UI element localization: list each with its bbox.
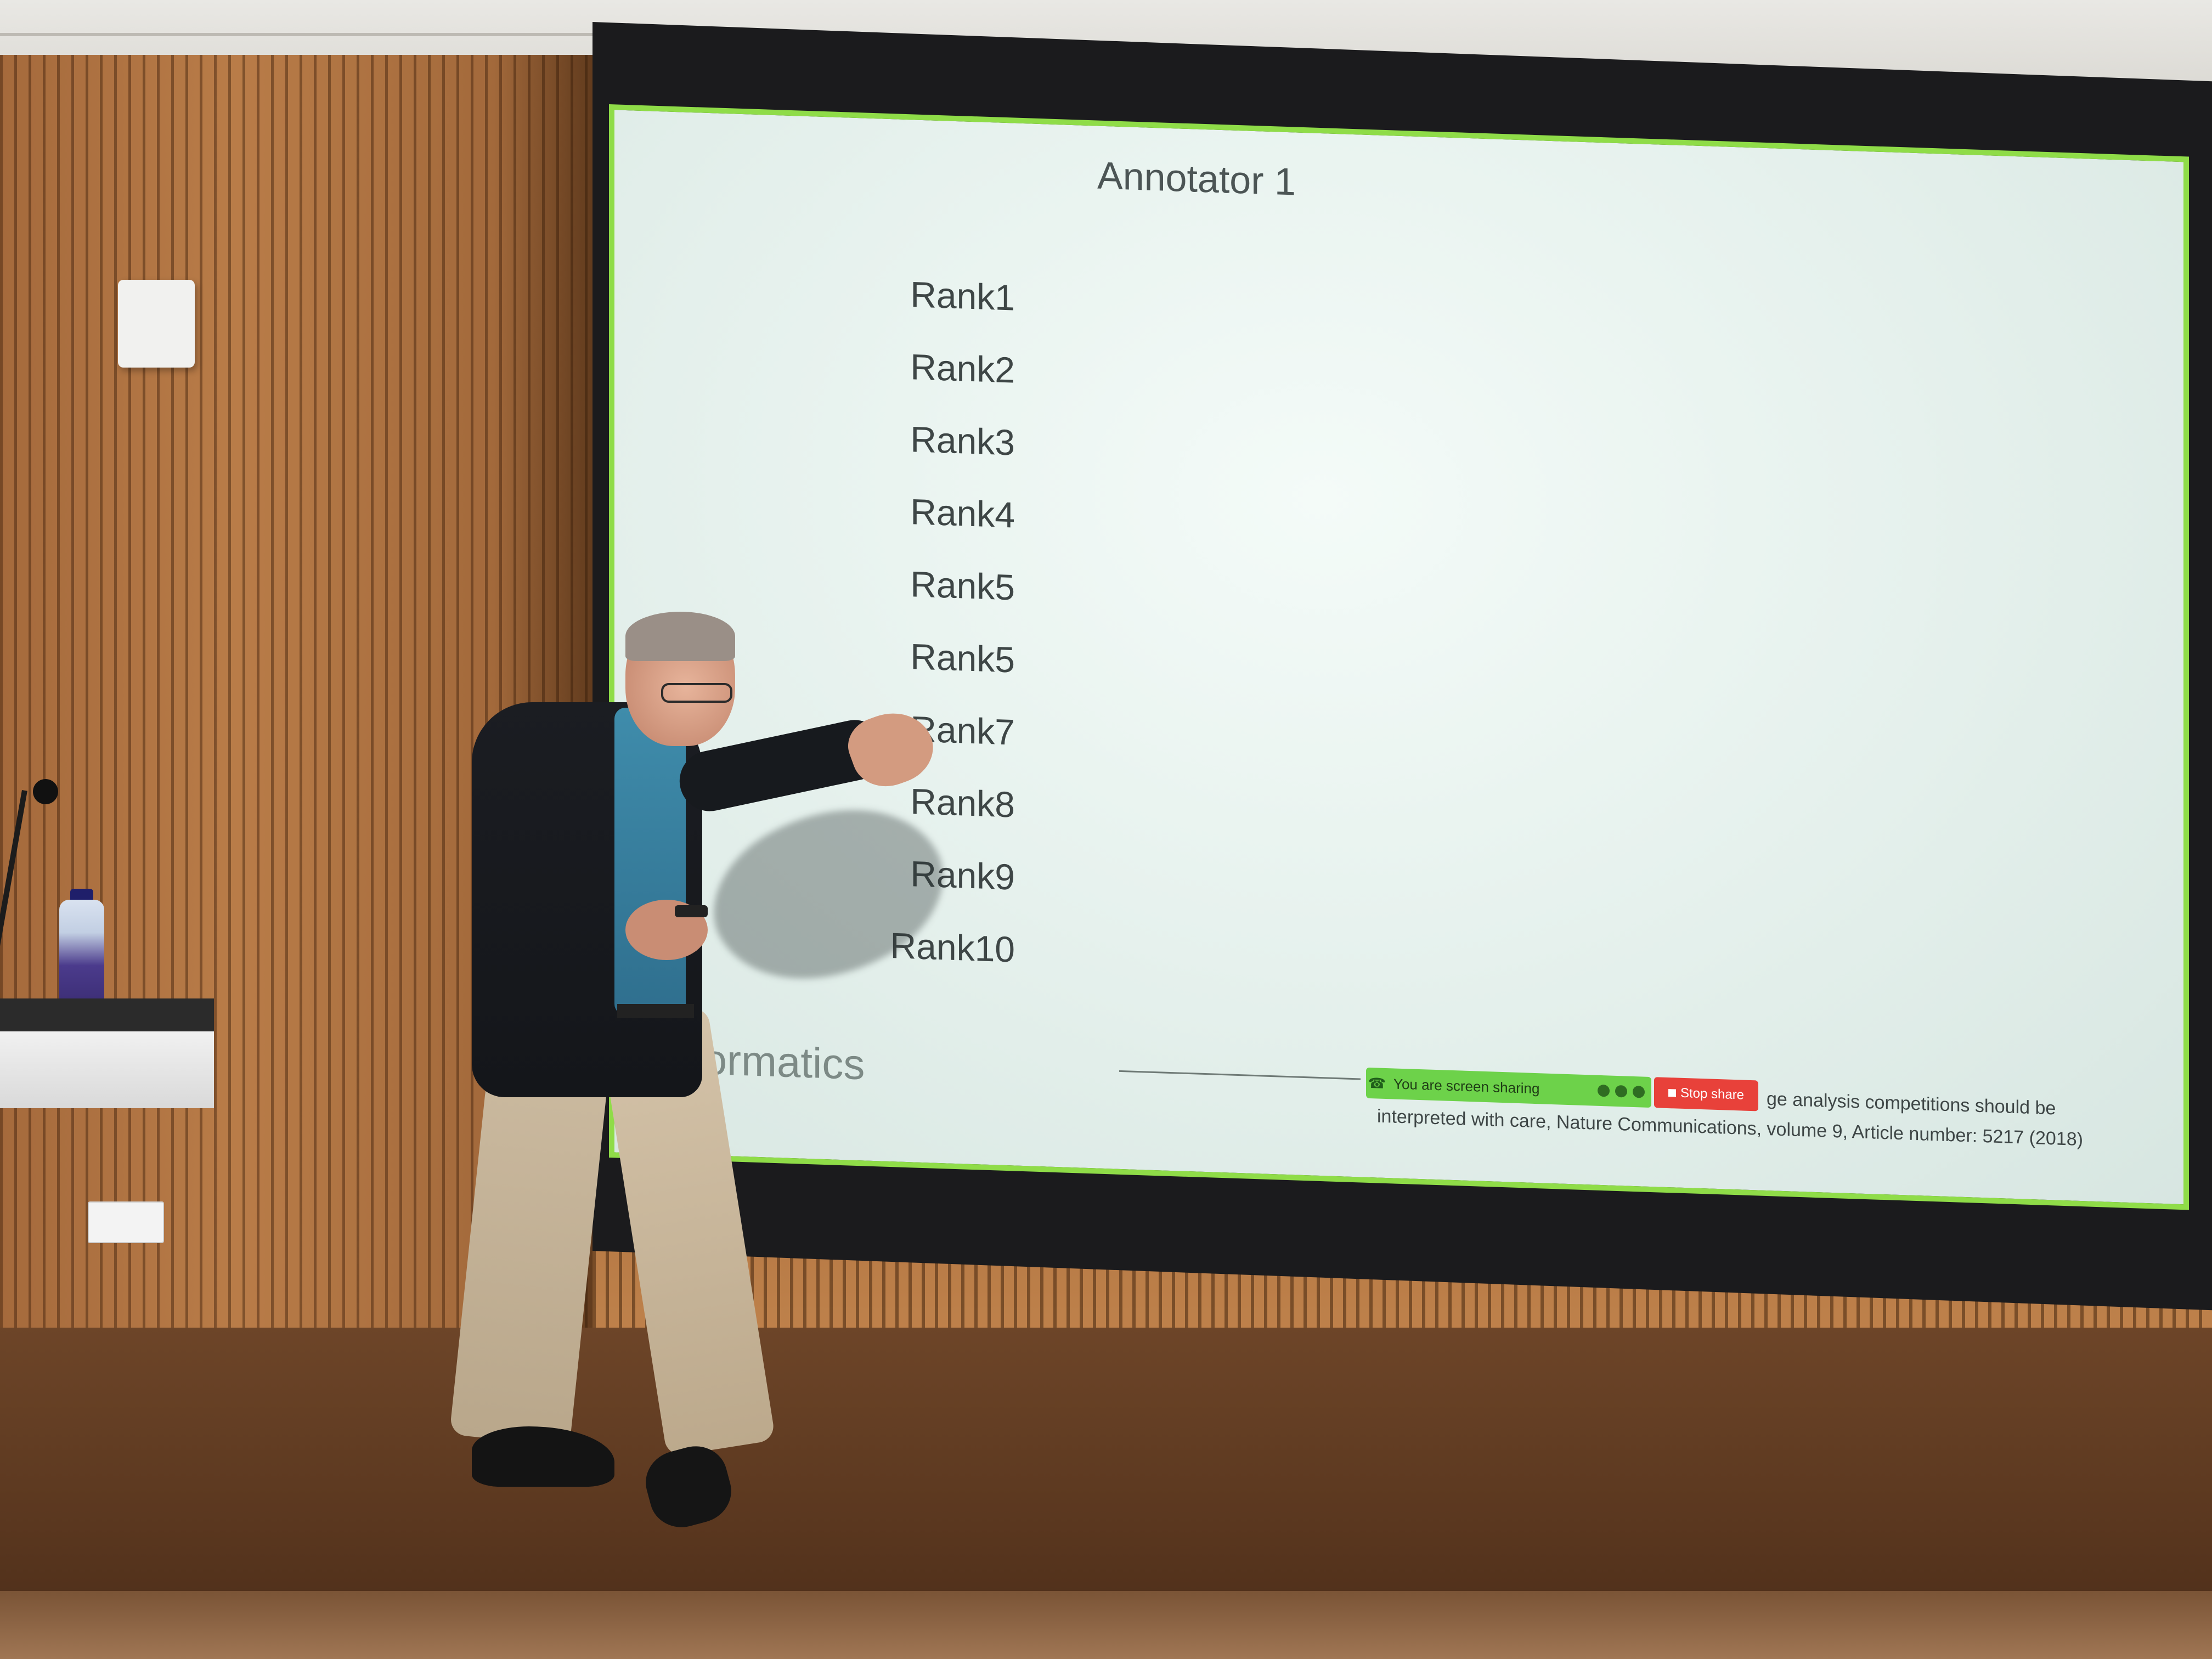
wall-speaker-box [118,280,195,368]
rank-list: Rank1 Rank2 Rank3 Rank4 Rank5 Rank5 Rank… [850,272,1015,1001]
speaker-icon[interactable] [1598,1084,1610,1097]
lecture-scene: Annotator 1 Rank1 Rank2 Rank3 Rank4 Rank… [0,0,2212,1659]
rank-item: Rank9 [910,853,1015,898]
phone-icon[interactable]: ☎ [1366,1068,1388,1099]
power-socket [88,1201,164,1243]
lectern [0,1031,214,1108]
rank-item: Rank7 [910,708,1015,753]
rank-item: Rank1 [910,274,1015,318]
rank-item: Rank4 [910,491,1015,535]
wall-shadow [494,55,603,1393]
stop-share-label: Stop share [1680,1085,1745,1103]
rank-item: Rank8 [910,781,1015,825]
footer-brand: formatics [691,1034,865,1089]
rank-item: Rank5 [910,636,1015,680]
stop-icon [1668,1089,1676,1097]
rank-item: Rank5 [910,563,1015,608]
citation-lead: ge analysis competitions should be [1767,1088,2056,1119]
rank-item: Rank2 [910,346,1015,391]
camera-icon[interactable] [1615,1085,1627,1098]
slide-title: Annotator 1 [1097,154,1296,204]
share-status-text: You are screen sharing [1393,1075,1540,1097]
footer-divider [1119,1070,1361,1080]
screen-share-toolbar: ☎ You are screen sharing [1366,1067,1651,1108]
share-controls [1598,1084,1651,1098]
rank-item: Rank10 [890,925,1015,970]
microphone [33,779,58,804]
floor-front [0,1591,2212,1659]
rank-item: Rank3 [910,419,1015,463]
water-bottle [59,900,104,1009]
projection-screen: Annotator 1 Rank1 Rank2 Rank3 Rank4 Rank… [609,104,2189,1210]
stop-share-button[interactable]: Stop share [1654,1077,1758,1111]
mic-icon[interactable] [1633,1085,1645,1098]
